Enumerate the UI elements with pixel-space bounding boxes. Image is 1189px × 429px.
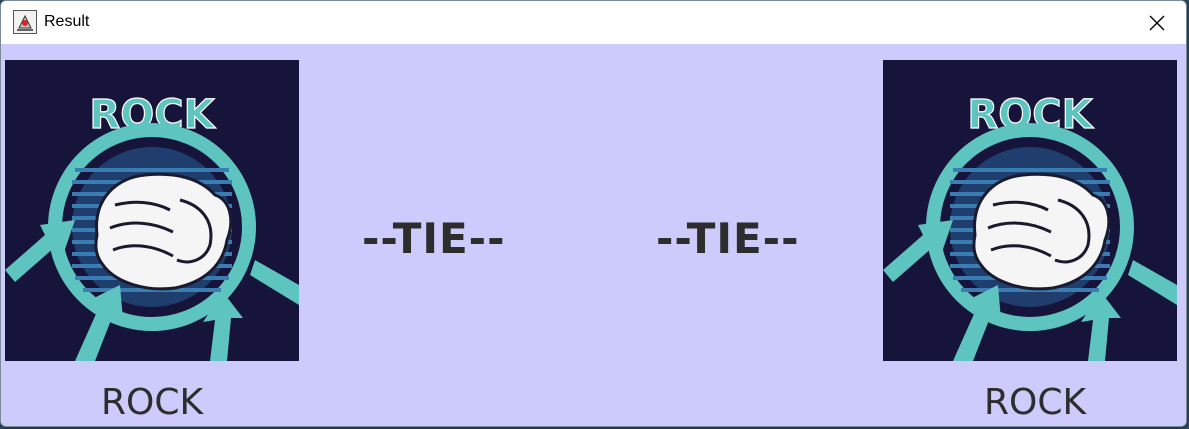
result-window: Result ROCK --TIE-- --TIE-- ROCK ROCK RO… [0,0,1187,427]
title-bar[interactable]: Result [1,1,1186,44]
rock-fist-icon: ROCK [5,60,299,361]
computer-choice-image: ROCK [883,60,1177,361]
player-choice-image: ROCK [5,60,299,361]
window-title: Result [44,13,90,30]
result-text-left: --TIE-- [362,214,506,263]
java-cup-icon [13,10,37,34]
result-text-right: --TIE-- [656,214,800,263]
computer-choice-label: ROCK [984,382,1087,423]
close-button[interactable] [1128,1,1186,44]
rock-fist-icon: ROCK [883,60,1177,361]
player-choice-label: ROCK [101,382,204,423]
result-content: ROCK --TIE-- --TIE-- ROCK ROCK ROCK [1,44,1186,426]
close-icon [1149,15,1165,30]
